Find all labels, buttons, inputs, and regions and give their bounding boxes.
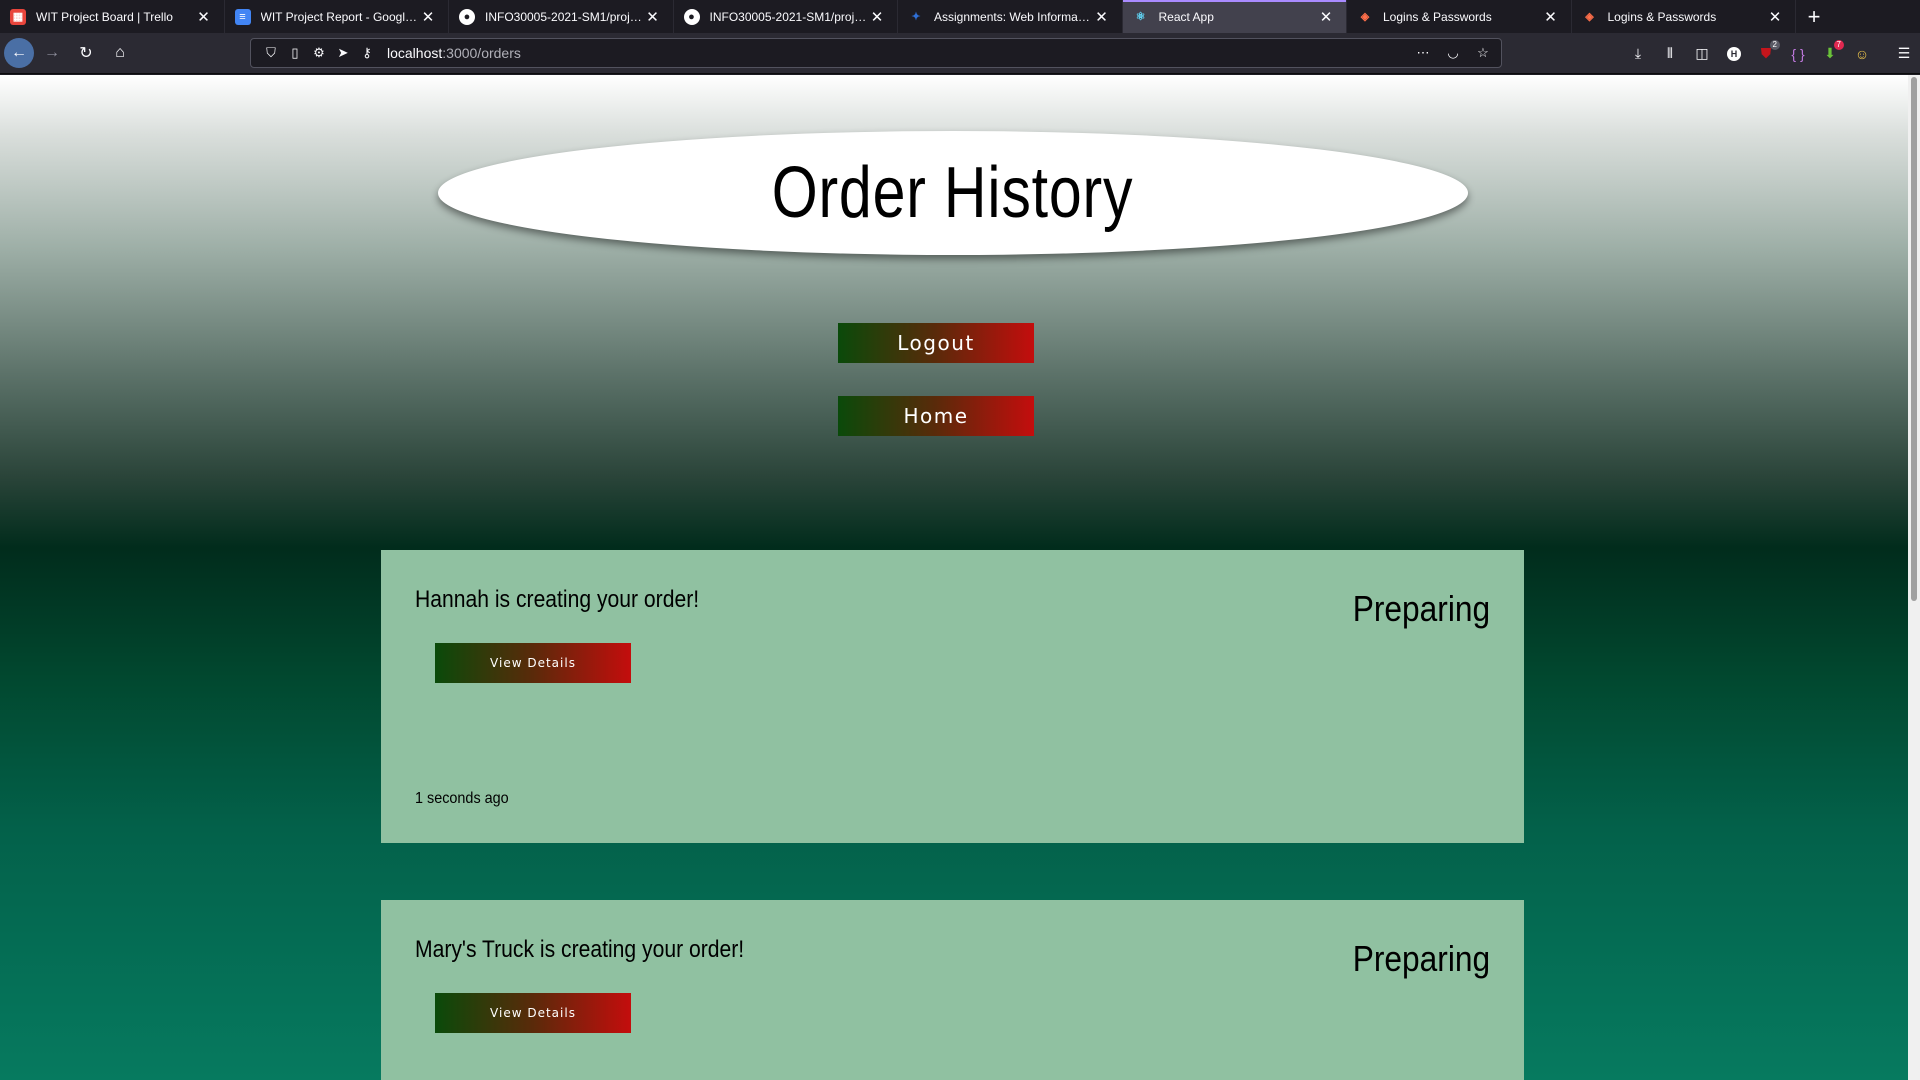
extension-badge: 7	[1833, 39, 1844, 50]
close-icon[interactable]: ✕	[1092, 8, 1112, 26]
extension-button[interactable]: ⬇ 7	[1814, 38, 1846, 70]
extension-h-button[interactable]: H	[1718, 38, 1750, 70]
key-icon[interactable]: ⚷	[355, 41, 379, 65]
browser-tab-google-docs[interactable]: ≡ WIT Project Report - Google Do ✕	[225, 0, 449, 33]
url-path: :3000/orders	[442, 45, 521, 61]
browser-tab-canvas[interactable]: ✦ Assignments: Web Information ✕	[898, 0, 1123, 33]
browser-tab-logins-2[interactable]: ◈ Logins & Passwords ✕	[1572, 0, 1796, 33]
ublock-badge: 2	[1769, 39, 1780, 50]
order-time: 1 seconds ago	[415, 790, 509, 807]
browser-tab-trello[interactable]: ▦ WIT Project Board | Trello ✕	[0, 0, 225, 33]
lockwise-icon: ◈	[1585, 11, 1594, 23]
view-details-button[interactable]: View Details	[435, 643, 631, 683]
location-icon[interactable]: ➤	[331, 41, 355, 65]
library-button[interactable]: ⫴	[1654, 38, 1686, 70]
tab-title: WIT Project Board | Trello	[36, 9, 173, 24]
toolbar-right: ⤓ ⫴ ◫ H ⛊ 2 { } ⬇ 7 ☺ ☰	[1622, 33, 1920, 74]
library-icon: ⫴	[1667, 45, 1673, 61]
browser-tab-react-app[interactable]: ⚛ React App ✕	[1122, 0, 1347, 33]
close-icon[interactable]: ✕	[418, 8, 438, 26]
arrow-right-icon: →	[44, 44, 60, 61]
scrollbar-thumb[interactable]	[1911, 77, 1917, 601]
url-actions: ⋯ ◡ ☆	[1411, 41, 1495, 65]
page-scrollbar[interactable]	[1908, 75, 1920, 1080]
order-message: Hannah is creating your order!	[415, 586, 700, 613]
ublock-icon: ⛊	[1760, 45, 1772, 61]
sidebar-icon: ◫	[1695, 45, 1709, 61]
home-browser-button[interactable]: ⌂	[104, 37, 136, 69]
close-icon[interactable]: ✕	[194, 8, 214, 26]
order-status: Preparing	[1352, 938, 1490, 979]
logout-button[interactable]: Logout	[838, 323, 1034, 363]
new-tab-button[interactable]: +	[1796, 0, 1832, 33]
tab-title: React App	[1158, 9, 1214, 24]
bookmark-star-icon[interactable]: ☆	[1471, 41, 1495, 65]
ublock-button[interactable]: ⛊ 2	[1750, 38, 1782, 70]
back-button[interactable]: ←	[4, 38, 34, 68]
canvas-icon: ✦	[911, 11, 921, 23]
tab-strip: ▦ WIT Project Board | Trello ✕ ≡ WIT Pro…	[0, 0, 1920, 33]
more-actions-icon[interactable]: ⋯	[1411, 41, 1435, 65]
avatar-icon: ☺	[1854, 45, 1870, 62]
browser-tab-logins-1[interactable]: ◈ Logins & Passwords ✕	[1347, 0, 1572, 33]
home-button[interactable]: Home	[838, 396, 1034, 436]
order-card: Mary's Truck is creating your order! Pre…	[381, 900, 1524, 1080]
page-title: Order History	[772, 153, 1134, 233]
page-title-banner: Order History	[438, 131, 1468, 255]
order-card: Hannah is creating your order! Preparing…	[381, 550, 1524, 843]
page-icon[interactable]: ▯	[283, 41, 307, 65]
close-icon[interactable]: ✕	[1316, 8, 1336, 26]
tab-title: Assignments: Web Information	[934, 9, 1092, 24]
tab-title: INFO30005-2021-SM1/project	[709, 9, 868, 24]
plus-icon: +	[1807, 3, 1821, 29]
trello-icon: ▦	[10, 8, 26, 25]
close-icon[interactable]: ✕	[643, 8, 663, 26]
h-extension-icon: H	[1727, 46, 1741, 61]
home-icon: ⌂	[115, 44, 125, 61]
tab-title: INFO30005-2021-SM1/project	[485, 9, 643, 24]
order-message: Mary's Truck is creating your order!	[415, 936, 745, 963]
account-button[interactable]: ☺	[1846, 38, 1878, 70]
json-extension-button[interactable]: { }	[1782, 38, 1814, 70]
menu-button[interactable]: ☰	[1888, 38, 1920, 70]
google-docs-icon: ≡	[234, 8, 251, 25]
view-details-button[interactable]: View Details	[435, 993, 631, 1033]
tab-title: Logins & Passwords	[1607, 9, 1717, 24]
page-viewport: Order History Logout Home Hannah is crea…	[0, 75, 1908, 1080]
close-icon[interactable]: ✕	[867, 8, 887, 26]
github-icon: ●	[683, 8, 700, 25]
download-icon: ⤓	[1634, 45, 1642, 61]
forward-button[interactable]: →	[36, 37, 68, 69]
order-status: Preparing	[1352, 588, 1490, 629]
github-icon: ●	[459, 8, 475, 25]
permissions-icon[interactable]: ⚙	[307, 41, 331, 65]
tab-title: WIT Project Report - Google Do	[260, 9, 419, 24]
navigation-toolbar: ← → ↻ ⌂ ⛉ ▯ ⚙ ➤ ⚷ localhost:3000/orders …	[0, 33, 1920, 74]
close-icon[interactable]: ✕	[1541, 8, 1561, 26]
reload-button[interactable]: ↻	[70, 37, 102, 69]
sidebar-button[interactable]: ◫	[1686, 38, 1718, 70]
url-bar[interactable]: ⛉ ▯ ⚙ ➤ ⚷ localhost:3000/orders ⋯ ◡ ☆	[250, 38, 1502, 68]
browser-tab-github-2[interactable]: ● INFO30005-2021-SM1/project ✕	[674, 0, 898, 33]
downloads-button[interactable]: ⤓	[1622, 38, 1654, 70]
hamburger-menu-icon: ☰	[1897, 45, 1911, 61]
reload-icon: ↻	[79, 45, 93, 62]
browser-tab-github-1[interactable]: ● INFO30005-2021-SM1/project ✕	[449, 0, 674, 33]
pocket-icon[interactable]: ◡	[1441, 41, 1465, 65]
react-icon: ⚛	[1135, 11, 1146, 23]
arrow-left-icon: ←	[11, 44, 27, 61]
braces-icon: { }	[1791, 45, 1805, 62]
shield-icon[interactable]: ⛉	[259, 41, 283, 65]
close-icon[interactable]: ✕	[1765, 8, 1785, 26]
lockwise-icon: ◈	[1360, 11, 1370, 23]
url-host: localhost	[387, 45, 443, 61]
url-text[interactable]: localhost:3000/orders	[387, 45, 1411, 61]
tab-title: Logins & Passwords	[1383, 9, 1492, 24]
